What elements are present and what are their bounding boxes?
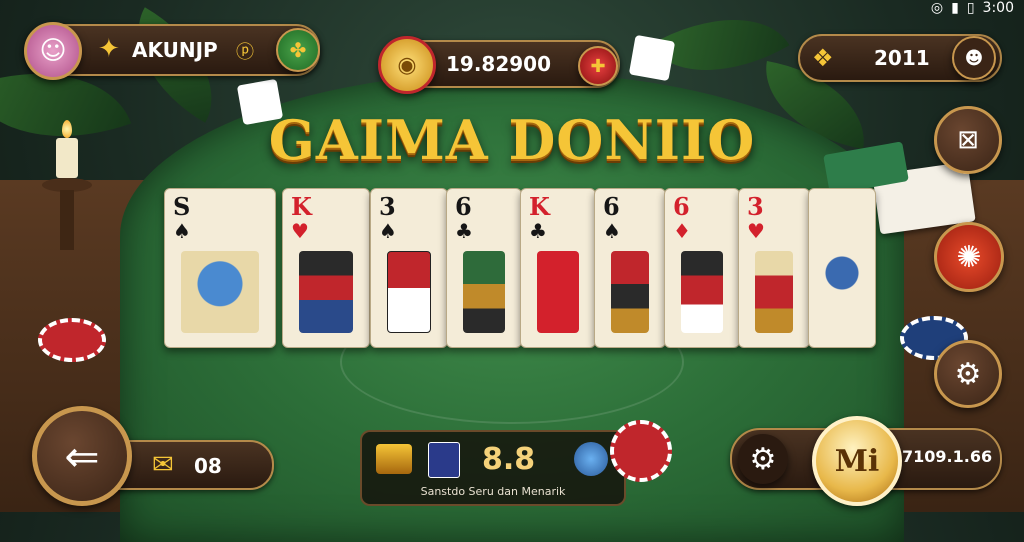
plus-icon: ✚ (590, 55, 606, 77)
center-value: 8.8 (482, 442, 536, 477)
gear-icon: ⚙ (954, 356, 982, 392)
gear-icon: ⚙ (749, 441, 777, 477)
status-bar: ◎ ▮ ▯ 3:00 (931, 0, 1014, 16)
mi-badge[interactable]: Mi (812, 416, 902, 506)
poker-chip-stack (610, 420, 672, 482)
playing-card[interactable]: K ♥ (282, 188, 370, 348)
wifi-icon: ◎ (930, 0, 944, 16)
globe-icon (574, 442, 608, 476)
mail-icon: ✉ (152, 450, 174, 480)
card-deck-icon (428, 442, 460, 478)
avatar[interactable]: ☺ (24, 22, 82, 80)
friends-icon: ☻ (964, 47, 984, 69)
add-coins-button[interactable]: ✚ (578, 46, 618, 86)
card-art (681, 251, 723, 333)
poker-chip-icon: ✺ (956, 239, 982, 275)
status-time: 3:00 (982, 0, 1014, 16)
playing-card[interactable]: S ♠ (164, 188, 276, 348)
player-profile[interactable]: ☺ ✦ AKUNJP ⓟ ✤ (24, 22, 320, 80)
card-art (387, 251, 431, 333)
settings-button[interactable]: ⚙ (934, 340, 1002, 408)
playing-card[interactable]: 6 ♣ (446, 188, 522, 348)
balance-value: 7109.1.66 (902, 447, 993, 466)
player-name: AKUNJP (132, 38, 218, 62)
playing-card[interactable]: K ♣ (520, 188, 596, 348)
game-title: GAIMA DONIIO (268, 108, 756, 172)
gold-star-icon: ✦ (98, 34, 120, 64)
card-art (819, 239, 865, 307)
center-panel: 8.8 Sanstdo Seru dan Menarik (360, 430, 626, 506)
card-art (181, 251, 259, 333)
rules-icon: ⊠ (957, 125, 979, 155)
playing-card[interactable]: 3 ♠ (370, 188, 448, 348)
playing-card[interactable]: 6 ♠ (594, 188, 666, 348)
coin-counter: ◉ 19.82900 ✚ (378, 36, 620, 94)
avatar-face-icon: ☺ (39, 36, 67, 66)
playing-card[interactable]: 6 ♦ (664, 188, 740, 348)
card-art (611, 251, 649, 333)
treasure-icon: ❖ (812, 44, 834, 72)
playing-card[interactable]: 3 ♥ (738, 188, 810, 348)
mail-count: 08 (194, 454, 222, 478)
playing-card[interactable] (808, 188, 876, 348)
battery-icon: ▯ (966, 0, 975, 16)
settings-gear-button[interactable]: ⚙ (738, 434, 788, 484)
info-icon[interactable]: ⓟ (236, 38, 254, 64)
card-art (537, 251, 579, 333)
friends-button[interactable]: ☻ (952, 36, 996, 80)
clover-icon: ✤ (289, 38, 307, 62)
back-arrow-icon: ⇐ (64, 431, 100, 481)
card-art (755, 251, 793, 333)
coin-icon: ◉ (378, 36, 436, 94)
center-caption: Sanstdo Seru dan Menarik (420, 485, 566, 498)
card-art (463, 251, 505, 333)
rules-button[interactable]: ⊠ (934, 106, 1002, 174)
back-button[interactable]: ⇐ (32, 406, 132, 506)
mi-badge-label: Mi (834, 443, 880, 479)
poker-chip-stack (38, 318, 106, 362)
gem-counter: ❖ 2011 ☻ (798, 34, 1002, 82)
card-art (299, 251, 353, 333)
signal-icon: ▮ (951, 0, 959, 16)
chip-shop-button[interactable]: ✺ (934, 222, 1004, 292)
gem-value: 2011 (874, 46, 930, 70)
treasure-box-icon (376, 444, 412, 474)
dice-decoration (628, 34, 676, 82)
add-friend-button[interactable]: ✤ (276, 28, 320, 72)
coin-value: 19.82900 (446, 52, 552, 76)
